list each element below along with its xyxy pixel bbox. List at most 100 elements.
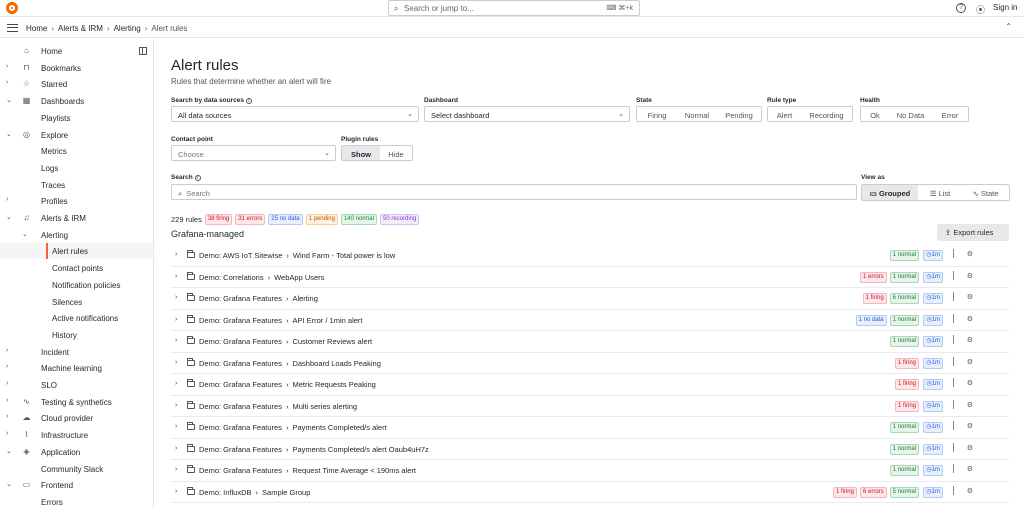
contactpoint-select[interactable]: Choose ⌄	[171, 145, 336, 161]
chevron-right-icon[interactable]: ›	[175, 337, 177, 344]
chevron-right-icon[interactable]: ›	[175, 316, 177, 323]
viewas-state[interactable]: ∿ State	[962, 185, 1009, 200]
rule-group-actions-icon[interactable]: ⚙	[967, 293, 973, 301]
global-search-input[interactable]: ⌕ Search or jump to... ⌨ ⌘+k	[388, 0, 640, 16]
rule-group-actions-icon[interactable]: ⚙	[967, 250, 973, 258]
rule-group-row[interactable]: › Demo: Grafana Features › Payments Complet…	[171, 439, 1009, 460]
chevron-right-icon[interactable]: ›	[175, 359, 177, 366]
rule-group-title[interactable]: Demo: Correlations › WebApp Users	[199, 273, 324, 282]
chevron-right-icon[interactable]: ›	[175, 488, 177, 495]
rule-group-title[interactable]: Demo: Grafana Features › Alerting	[199, 294, 318, 303]
rule-group-title[interactable]: Demo: Grafana Features › Request Time Aver…	[199, 466, 416, 475]
sidebar-item-incident[interactable]: › Incident	[0, 344, 153, 360]
rule-group-row[interactable]: › Demo: Grafana Features › API Error / 1min…	[171, 310, 1009, 331]
rule-group-row[interactable]: › Demo: InfluxDB › Sample Group 1 firing 6 er…	[171, 482, 1009, 503]
chevron-right-icon[interactable]: ›	[6, 397, 8, 404]
state-option-normal[interactable]: Normal	[677, 107, 717, 121]
health-option-error[interactable]: Error	[932, 107, 968, 121]
sidebar-item-alerting[interactable]: ⌄ Alerting	[0, 227, 153, 243]
rule-group-title[interactable]: Demo: Grafana Features › Dashboard Loads P…	[199, 359, 381, 368]
chevron-right-icon[interactable]: ›	[175, 294, 177, 301]
sidebar-item-bookmarks[interactable]: › ⊓ Bookmarks	[0, 60, 153, 76]
rule-group-actions-icon[interactable]: ⚙	[967, 358, 973, 366]
rule-group-actions-icon[interactable]: ⚙	[967, 465, 973, 473]
sidebar-item-notification-policies[interactable]: Notification policies	[0, 277, 153, 293]
sidebar-item-silences[interactable]: Silences	[0, 294, 153, 310]
rule-group-title[interactable]: Demo: Grafana Features › Customer Reviews …	[199, 337, 372, 346]
rule-group-title[interactable]: Demo: Grafana Features › Multi series aler…	[199, 402, 357, 411]
state-option-pending[interactable]: Pending	[717, 107, 761, 121]
chevron-right-icon[interactable]: ›	[175, 423, 177, 430]
rule-group-row[interactable]: › Demo: Correlations › WebApp Users 1 errors…	[171, 267, 1009, 288]
sidebar-item-cloud-provider[interactable]: › ☁ Cloud provider	[0, 410, 153, 426]
menu-toggle-icon[interactable]	[7, 24, 18, 32]
chevron-right-icon[interactable]: ›	[175, 251, 177, 258]
rule-group-title[interactable]: Demo: Grafana Features › API Error / 1min …	[199, 316, 363, 325]
datasource-select[interactable]: All data sources ⌄	[171, 106, 419, 122]
ruletype-option-alert[interactable]: Alert	[768, 107, 801, 121]
rule-group-actions-icon[interactable]: ⚙	[967, 401, 973, 409]
rule-group-row[interactable]: › Demo: Grafana Features › Request Time Ave…	[171, 460, 1009, 482]
sidebar-item-errors[interactable]: Errors	[0, 494, 153, 508]
rule-group-row[interactable]: › Demo: Grafana Features › Metric Requests …	[171, 374, 1009, 396]
sidebar-item-starred[interactable]: › ☆ Starred	[0, 76, 153, 92]
health-option-nodata[interactable]: No Data	[889, 107, 932, 121]
rule-group-row[interactable]: › Demo: Grafana Features › Dashboard Loads …	[171, 353, 1009, 374]
rule-group-title[interactable]: Demo: InfluxDB › Sample Group	[199, 488, 310, 497]
pluginrules-option-show[interactable]: Show	[342, 146, 380, 160]
rule-group-title[interactable]: Demo: AWS IoT Sitewise › Wind Farm - Total…	[199, 251, 395, 260]
chevron-down-icon[interactable]: ⌄	[22, 230, 28, 238]
sidebar-item-logs[interactable]: Logs	[0, 160, 153, 176]
sidebar-item-dashboards[interactable]: ⌄ ▦ Dashboards	[0, 93, 153, 109]
ruletype-option-recording[interactable]: Recording	[801, 107, 852, 121]
sidebar-item-active-notifications[interactable]: Active notifications	[0, 310, 153, 326]
grafana-logo-icon[interactable]	[6, 2, 18, 14]
chevron-right-icon[interactable]: ›	[175, 380, 177, 387]
sidebar-item-testing-synthetics[interactable]: › ∿ Testing & synthetics	[0, 394, 153, 410]
sidebar-item-explore[interactable]: ⌄ ◎ Explore	[0, 127, 153, 143]
sidebar-item-application[interactable]: ⌄ ◈ Application	[0, 444, 153, 460]
chevron-down-icon[interactable]: ⌄	[6, 130, 12, 138]
chevron-down-icon[interactable]: ⌄	[6, 480, 12, 488]
sidebar-item-playlists[interactable]: Playlists	[0, 110, 153, 126]
sidebar-item-community-slack[interactable]: Community Slack	[0, 461, 153, 477]
sidebar-item-contact-points[interactable]: Contact points	[0, 260, 153, 276]
breadcrumb-home[interactable]: Home	[26, 24, 47, 33]
chevron-right-icon[interactable]: ›	[175, 402, 177, 409]
rule-group-row[interactable]: › Demo: Grafana Features › Payments Complet…	[171, 417, 1009, 439]
chevron-right-icon[interactable]: ›	[6, 413, 8, 420]
rule-group-title[interactable]: Demo: Grafana Features › Metric Requests P…	[199, 380, 376, 389]
rule-group-title[interactable]: Demo: Grafana Features › Payments Complete…	[199, 423, 387, 432]
sign-in-link[interactable]: Sign in	[993, 3, 1017, 12]
rules-search-input[interactable]: ⌕ Search	[171, 184, 857, 200]
rule-group-row[interactable]: › Demo: Grafana Features › Alerting 1 firing…	[171, 288, 1009, 310]
chevron-right-icon[interactable]: ›	[175, 445, 177, 452]
help-icon[interactable]: ?	[956, 3, 966, 13]
rule-group-title[interactable]: Demo: Grafana Features › Payments Complete…	[199, 445, 429, 454]
sidebar-item-infrastructure[interactable]: › ⌇ Infrastructure	[0, 427, 153, 443]
chevron-right-icon[interactable]: ›	[6, 196, 8, 203]
rule-group-row[interactable]: › Demo: Grafana Features › Customer Reviews…	[171, 331, 1009, 353]
news-feed-icon[interactable]: ⦿	[976, 3, 985, 16]
chevron-right-icon[interactable]: ›	[175, 273, 177, 280]
state-option-firing[interactable]: Firing	[637, 107, 677, 121]
sidebar-item-machine-learning[interactable]: › Machine learning	[0, 360, 153, 376]
viewas-list[interactable]: ☰ List	[918, 185, 962, 200]
chevron-right-icon[interactable]: ›	[6, 380, 8, 387]
sidebar-item-alerts-irm[interactable]: ⌄ ♫ Alerts & IRM	[0, 210, 153, 226]
sidebar-item-alert-rules[interactable]: Alert rules	[0, 243, 153, 260]
rule-group-actions-icon[interactable]: ⚙	[967, 422, 973, 430]
chevron-down-icon[interactable]: ⌄	[6, 96, 12, 104]
breadcrumb-alerts-irm[interactable]: Alerts & IRM	[58, 24, 103, 33]
sidebar-item-frontend[interactable]: ⌄ ▭ Frontend	[0, 477, 153, 493]
chevron-right-icon[interactable]: ›	[6, 79, 8, 86]
chevron-down-icon[interactable]: ⌄	[6, 447, 12, 455]
breadcrumb-alerting[interactable]: Alerting	[114, 24, 141, 33]
sidebar-item-metrics[interactable]: Metrics	[0, 143, 153, 159]
chevron-down-icon[interactable]: ⌄	[6, 213, 12, 221]
chevron-right-icon[interactable]: ›	[6, 63, 8, 70]
health-option-ok[interactable]: Ok	[861, 107, 889, 121]
sidebar-item-profiles[interactable]: › Profiles	[0, 193, 153, 209]
sidebar-item-home[interactable]: ⌂ Home	[0, 43, 153, 59]
chevron-right-icon[interactable]: ›	[6, 347, 8, 354]
